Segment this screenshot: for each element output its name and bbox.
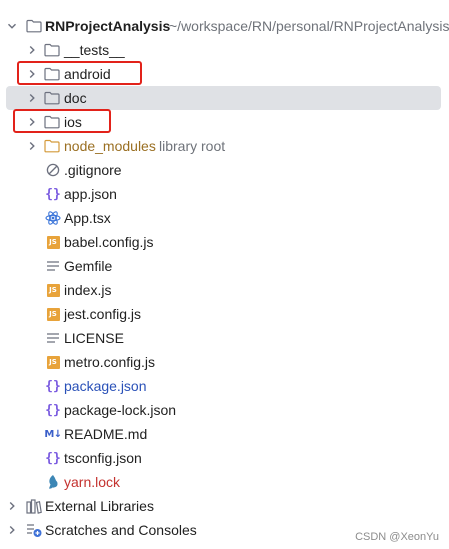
project-name: RNProjectAnalysis [45, 18, 171, 34]
file-label: app.json [64, 186, 117, 202]
tree-file-readme[interactable]: M↓ README.md [0, 422, 449, 446]
chevron-right-icon[interactable] [26, 44, 38, 56]
chevron-right-icon[interactable] [26, 92, 38, 104]
tree-folder-node-modules[interactable]: node_modules library root [0, 134, 449, 158]
tree-folder-tests[interactable]: __tests__ [0, 38, 449, 62]
chevron-right-icon[interactable] [6, 524, 18, 536]
json-file-icon: {} [45, 378, 61, 394]
highlight-box-ios [13, 109, 111, 133]
json-file-icon: {} [45, 402, 61, 418]
folder-icon [44, 90, 60, 106]
folder-label: __tests__ [64, 42, 125, 58]
tree-external-libraries[interactable]: External Libraries [0, 494, 449, 518]
js-file-icon: JS [45, 282, 61, 298]
external-libraries-label: External Libraries [45, 498, 154, 514]
markdown-icon: M↓ [44, 428, 62, 440]
tree-file-license[interactable]: LICENSE [0, 326, 449, 350]
folder-label: doc [64, 90, 87, 106]
js-file-icon: JS [45, 354, 61, 370]
tree-file-gemfile[interactable]: Gemfile [0, 254, 449, 278]
json-file-icon: {} [45, 450, 61, 466]
file-label: jest.config.js [64, 306, 142, 322]
chevron-right-icon[interactable] [26, 140, 38, 152]
project-root-row[interactable]: RNProjectAnalysis ~/workspace/RN/persona… [0, 14, 449, 38]
file-label: package-lock.json [64, 402, 177, 418]
tree-file-app-json[interactable]: {} app.json [0, 182, 449, 206]
tree-folder-doc[interactable]: doc [6, 86, 441, 110]
scratches-icon [26, 522, 42, 538]
file-label: LICENSE [64, 330, 124, 346]
library-icon [26, 498, 42, 514]
ignore-file-icon [45, 162, 61, 178]
excluded-folder-icon [44, 138, 60, 154]
tree-file-jest-config[interactable]: JS jest.config.js [0, 302, 449, 326]
scratches-label: Scratches and Consoles [45, 522, 197, 538]
tree-file-package-json[interactable]: {} package.json [0, 374, 449, 398]
file-label: package.json [64, 378, 147, 394]
tree-file-tsconfig-json[interactable]: {} tsconfig.json [0, 446, 449, 470]
tree-file-metro-config[interactable]: JS metro.config.js [0, 350, 449, 374]
tree-file-yarn-lock[interactable]: yarn.lock [0, 470, 449, 494]
file-label: README.md [64, 426, 148, 442]
folder-icon [26, 18, 42, 34]
react-icon [45, 210, 61, 226]
tree-file-babel-config[interactable]: JS babel.config.js [0, 230, 449, 254]
yarn-icon [45, 474, 61, 490]
file-label: metro.config.js [64, 354, 156, 370]
tree-file-app-tsx[interactable]: App.tsx [0, 206, 449, 230]
file-label: babel.config.js [64, 234, 154, 250]
file-label: Gemfile [64, 258, 113, 274]
file-label: App.tsx [64, 210, 111, 226]
json-file-icon: {} [45, 186, 61, 202]
watermark: CSDN @XeonYu [355, 531, 439, 543]
highlight-box-android [17, 61, 142, 85]
library-root-hint: library root [159, 138, 226, 154]
file-label: .gitignore [64, 162, 122, 178]
file-label: yarn.lock [64, 474, 121, 490]
tree-file-gitignore[interactable]: .gitignore [0, 158, 449, 182]
folder-label: node_modules [64, 138, 156, 154]
project-path: ~/workspace/RN/personal/RNProjectAnalysi… [169, 18, 449, 34]
file-label: index.js [64, 282, 112, 298]
tree-file-package-lock-json[interactable]: {} package-lock.json [0, 398, 449, 422]
js-file-icon: JS [45, 234, 61, 250]
js-file-icon: JS [45, 306, 61, 322]
tree-file-index-js[interactable]: JS index.js [0, 278, 449, 302]
chevron-right-icon[interactable] [6, 500, 18, 512]
chevron-down-icon[interactable] [6, 20, 18, 32]
folder-icon [44, 42, 60, 58]
file-label: tsconfig.json [64, 450, 142, 466]
text-file-icon [45, 258, 61, 274]
text-file-icon [45, 330, 61, 346]
